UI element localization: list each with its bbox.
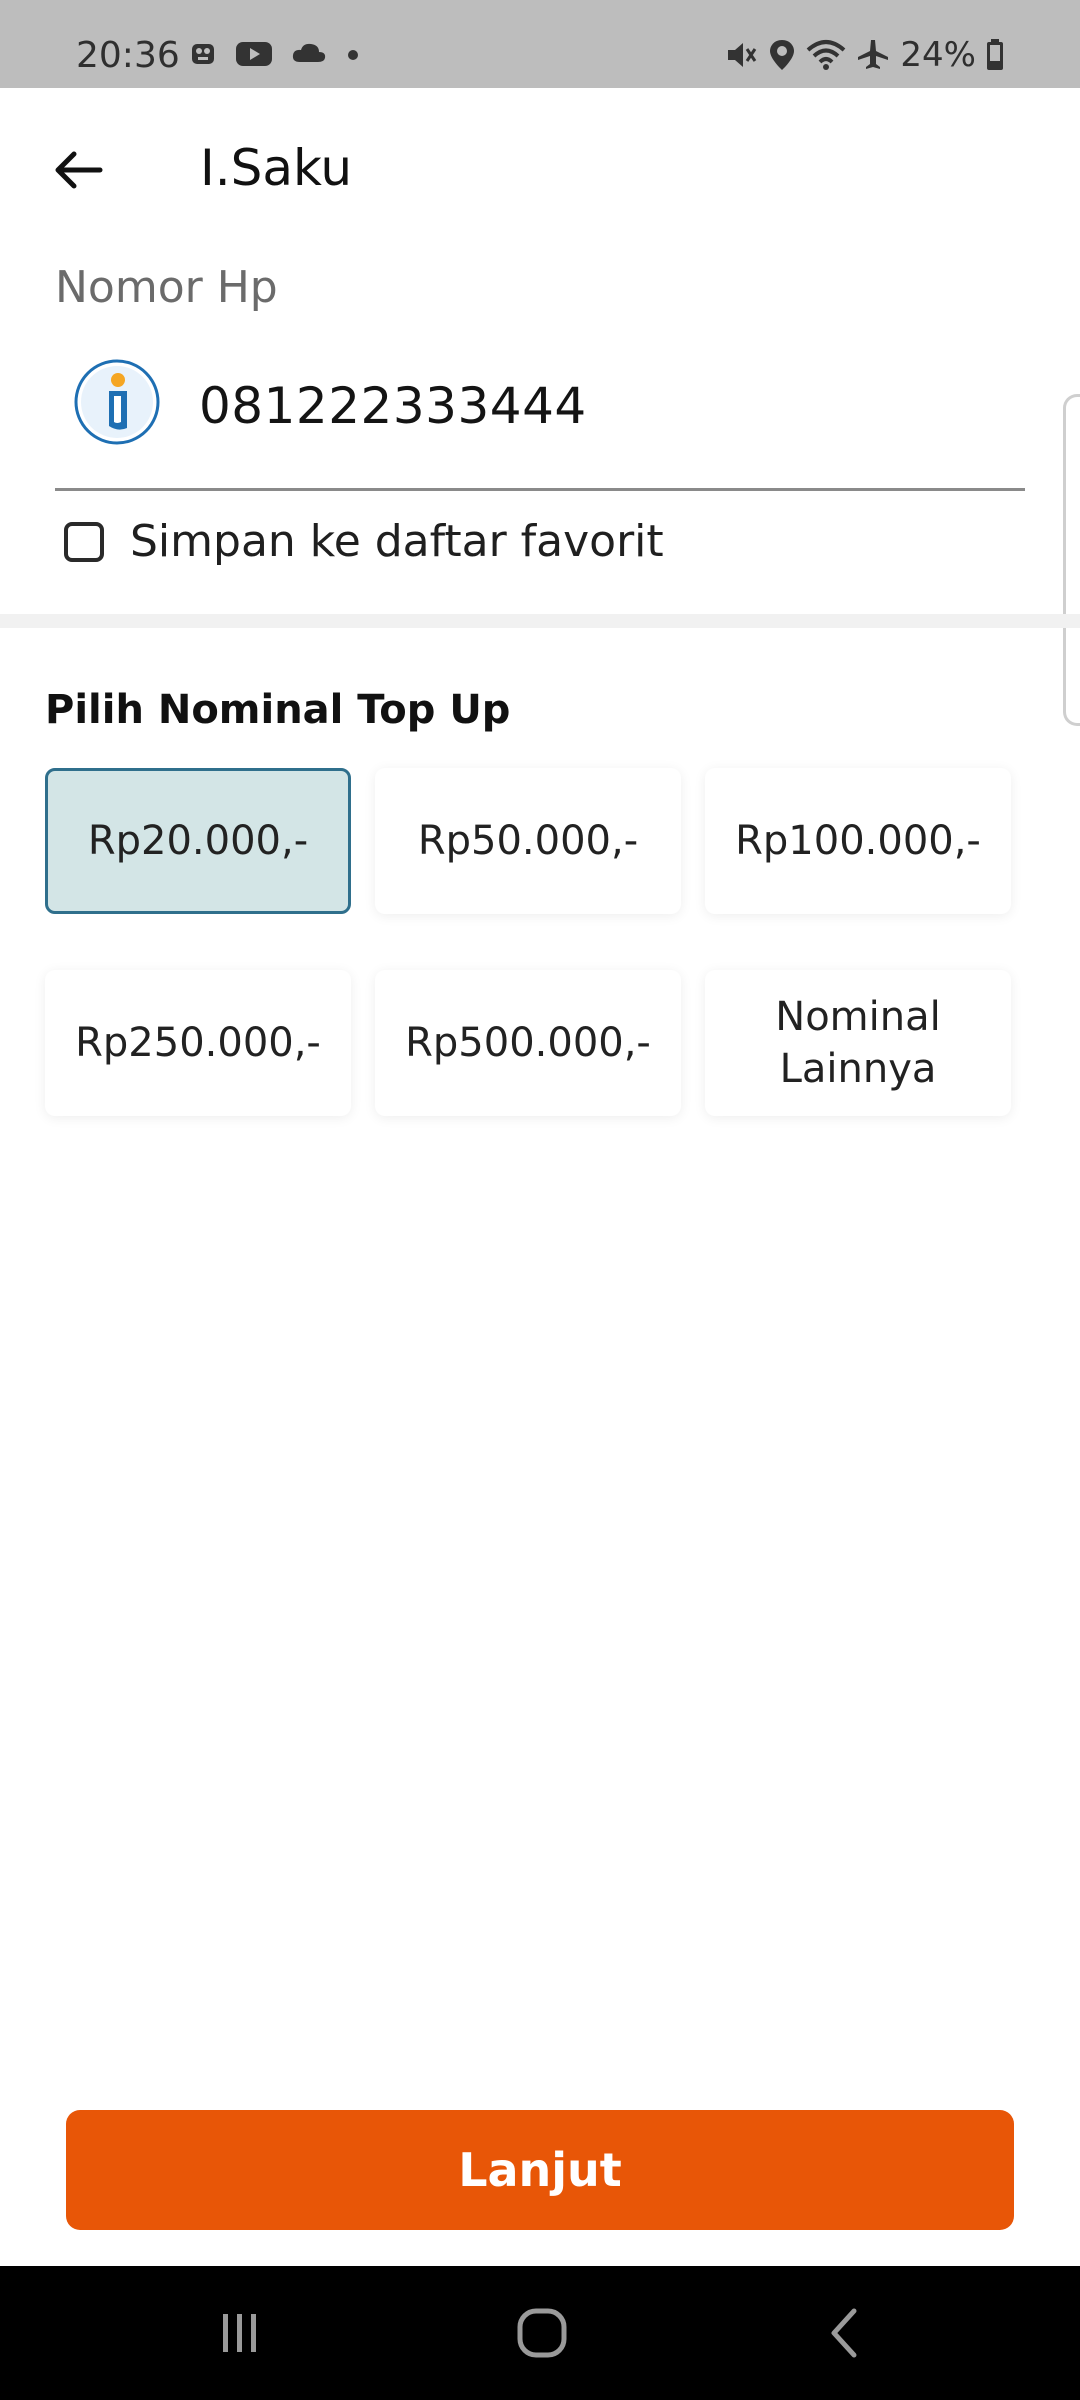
nominal-option-100000[interactable]: Rp100.000,- xyxy=(705,768,1011,914)
home-icon xyxy=(517,2308,567,2358)
phone-number-label: Nomor Hp xyxy=(55,262,278,313)
mute-icon xyxy=(724,38,758,72)
dot-icon xyxy=(344,38,362,68)
nominal-section-title: Pilih Nominal Top Up xyxy=(45,687,511,733)
save-favorite-option[interactable]: Simpan ke daftar favorit xyxy=(64,516,664,569)
save-favorite-label: Simpan ke daftar favorit xyxy=(130,516,664,567)
status-time: 20:36 xyxy=(76,35,180,76)
save-favorite-checkbox[interactable] xyxy=(64,522,104,563)
back-button[interactable] xyxy=(38,130,118,210)
recent-apps-icon xyxy=(223,2314,256,2352)
location-icon xyxy=(768,38,796,72)
status-bar: 20:36 24% xyxy=(0,0,1080,88)
page-title: I.Saku xyxy=(200,139,353,197)
wifi-icon xyxy=(806,38,846,72)
system-navigation-bar xyxy=(0,2266,1080,2400)
app-bar: I.Saku xyxy=(0,88,1080,248)
nominal-option-other[interactable]: Nominal Lainnya xyxy=(705,970,1011,1116)
nominal-option-20000[interactable]: Rp20.000,- xyxy=(45,768,351,914)
bug-report-icon xyxy=(188,38,218,68)
recent-apps-button[interactable] xyxy=(200,2300,280,2366)
phone-number-input[interactable]: 081222333444 xyxy=(199,376,587,436)
nominal-option-50000[interactable]: Rp50.000,- xyxy=(375,768,681,914)
section-divider xyxy=(0,614,1080,628)
status-system-icons: 24% xyxy=(724,38,1004,72)
isaku-logo-icon xyxy=(73,358,161,446)
nominal-option-500000[interactable]: Rp500.000,- xyxy=(375,970,681,1116)
phone-number-field[interactable]: 081222333444 xyxy=(55,352,1025,491)
scroll-indicator[interactable] xyxy=(1063,394,1080,726)
nav-back-button[interactable] xyxy=(804,2300,884,2366)
battery-icon xyxy=(986,38,1004,72)
chevron-left-icon xyxy=(831,2308,857,2358)
battery-percent: 24% xyxy=(900,35,976,75)
home-button[interactable] xyxy=(502,2300,582,2366)
youtube-icon xyxy=(234,38,274,68)
continue-button[interactable]: Lanjut xyxy=(66,2110,1014,2230)
airplane-icon xyxy=(856,38,890,72)
status-notification-icons xyxy=(188,38,362,68)
cloud-icon xyxy=(290,38,328,68)
nominal-option-250000[interactable]: Rp250.000,- xyxy=(45,970,351,1116)
arrow-left-icon xyxy=(55,151,103,189)
